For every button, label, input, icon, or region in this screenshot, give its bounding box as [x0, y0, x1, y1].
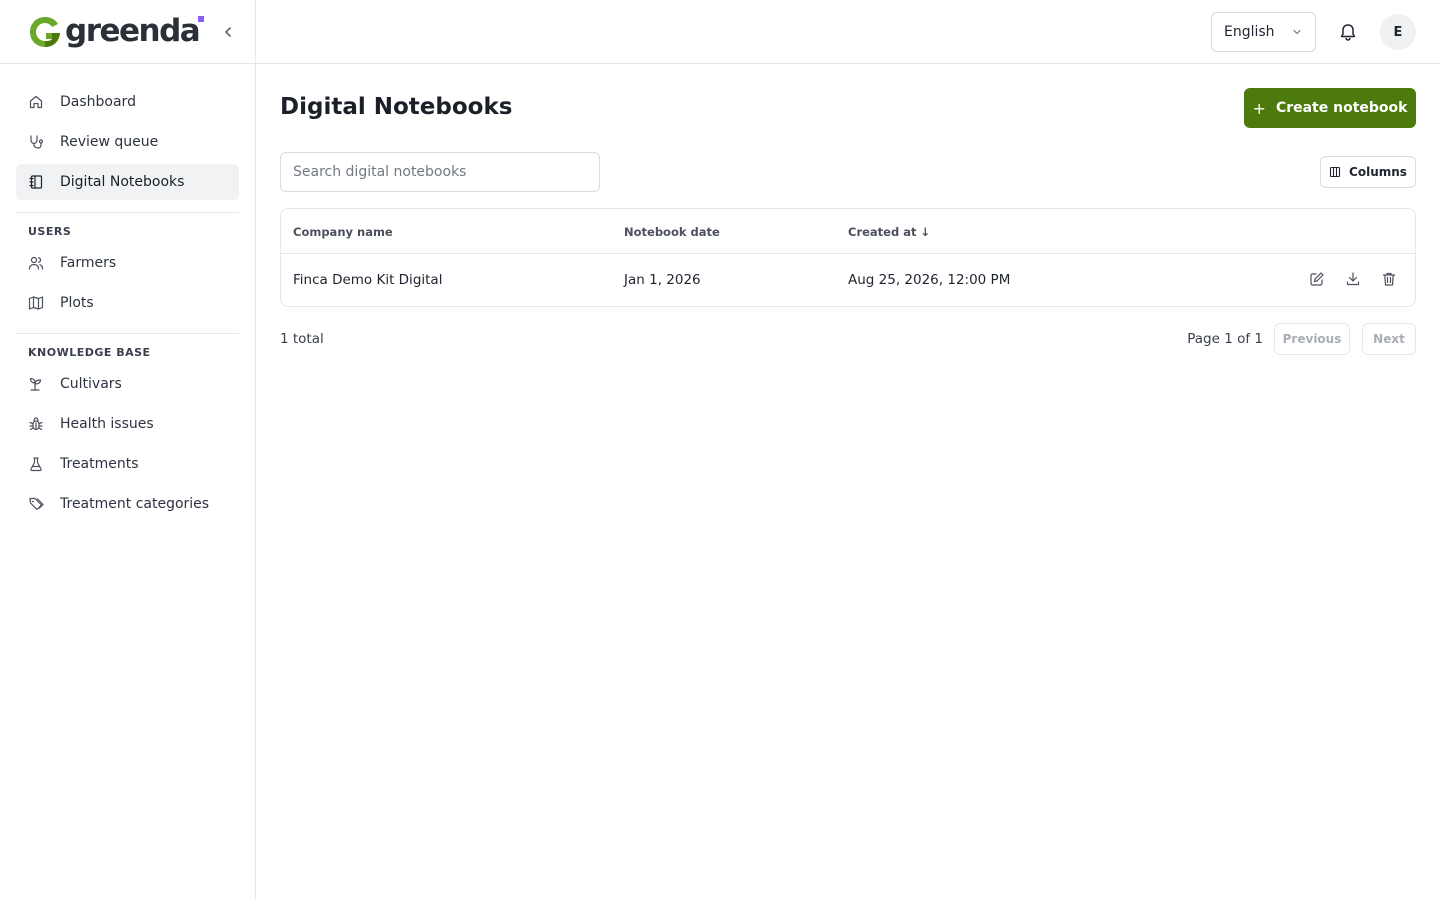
nav-divider: [16, 212, 239, 213]
sidebar-item-label: Digital Notebooks: [60, 174, 185, 190]
search-input[interactable]: [280, 152, 600, 192]
map-icon: [28, 295, 44, 311]
column-header-label: Created at: [848, 225, 917, 239]
top-header: English E: [256, 0, 1440, 64]
language-value: English: [1224, 24, 1275, 40]
download-button[interactable]: [1345, 271, 1361, 287]
cell-created-at: Aug 25, 2026, 12:00 PM: [848, 272, 1011, 288]
sidebar-item-label: Treatments: [60, 456, 139, 472]
logo-mark-icon: [30, 16, 60, 47]
download-icon: [1346, 272, 1360, 286]
sidebar-item-health-issues[interactable]: Health issues: [16, 406, 239, 442]
columns-button[interactable]: Columns: [1320, 156, 1416, 188]
sidebar-item-label: Plots: [60, 295, 94, 311]
sidebar-item-label: Cultivars: [60, 376, 122, 392]
notebook-icon: [28, 174, 44, 190]
home-icon: [28, 94, 44, 110]
edit-icon: [1310, 272, 1324, 286]
table-header: Company name Notebook date Created at ↓: [281, 209, 1415, 254]
sidebar: greenda Dashboard Review queue Digital N…: [0, 0, 256, 900]
sidebar-item-farmers[interactable]: Farmers: [16, 245, 239, 281]
bug-icon: [28, 416, 44, 432]
plus-icon: +: [1252, 98, 1266, 118]
create-notebook-label: Create notebook: [1275, 100, 1408, 116]
user-avatar[interactable]: E: [1380, 14, 1416, 50]
page-info: Page 1 of 1: [1187, 331, 1263, 347]
create-notebook-button[interactable]: + Create notebook: [1244, 88, 1416, 128]
cell-company: Finca Demo Kit Digital: [293, 272, 443, 288]
sidebar-item-label: Treatment categories: [60, 496, 210, 512]
tags-icon: [28, 496, 44, 512]
cell-notebook-date: Jan 1, 2026: [624, 272, 701, 288]
edit-button[interactable]: [1309, 271, 1325, 287]
sidebar-item-dashboard[interactable]: Dashboard: [16, 84, 239, 120]
logo-text: greenda: [65, 13, 201, 49]
column-header-label: Company name: [293, 225, 393, 239]
table-row[interactable]: Finca Demo Kit Digital Jan 1, 2026 Aug 2…: [281, 254, 1415, 307]
trash-icon: [1382, 272, 1396, 286]
notebooks-table: Company name Notebook date Created at ↓ …: [280, 208, 1416, 307]
page-title: Digital Notebooks: [280, 94, 513, 120]
bell-icon: [1340, 24, 1356, 41]
sidebar-item-label: Health issues: [60, 416, 154, 432]
column-header-company[interactable]: Company name: [293, 225, 393, 239]
next-page-button[interactable]: Next: [1362, 323, 1416, 355]
notifications-button[interactable]: [1338, 22, 1358, 42]
language-select[interactable]: English: [1211, 12, 1316, 52]
nav-divider: [16, 333, 239, 334]
sidebar-item-treatments[interactable]: Treatments: [16, 446, 239, 482]
column-header-created-at[interactable]: Created at ↓: [848, 225, 930, 239]
collapse-sidebar-button[interactable]: [218, 22, 238, 42]
total-count: 1 total: [280, 331, 324, 347]
sidebar-item-plots[interactable]: Plots: [16, 285, 239, 321]
row-actions: [1309, 271, 1397, 287]
columns-icon: [1329, 166, 1341, 178]
columns-label: Columns: [1349, 165, 1407, 179]
sprout-icon: [28, 376, 44, 392]
logo-bar: greenda: [0, 0, 255, 64]
sidebar-item-review-queue[interactable]: Review queue: [16, 124, 239, 160]
sidebar-item-label: Dashboard: [60, 94, 136, 110]
sort-desc-icon: ↓: [920, 225, 931, 239]
chevron-left-icon: [225, 27, 231, 37]
logo-accent-dot: [198, 16, 204, 22]
column-header-notebook-date[interactable]: Notebook date: [624, 225, 720, 239]
sidebar-item-treatment-categories[interactable]: Treatment categories: [16, 486, 239, 522]
nav-section-knowledge-base: KNOWLEDGE BASE: [28, 346, 151, 359]
greenda-logo[interactable]: greenda: [28, 13, 201, 49]
stethoscope-icon: [28, 134, 44, 150]
sidebar-item-label: Farmers: [60, 255, 117, 271]
nav-section-users: USERS: [28, 225, 72, 238]
previous-page-button[interactable]: Previous: [1274, 323, 1350, 355]
delete-button[interactable]: [1381, 271, 1397, 287]
flask-icon: [28, 456, 44, 472]
users-icon: [28, 255, 44, 271]
sidebar-item-cultivars[interactable]: Cultivars: [16, 366, 239, 402]
chevron-down-icon: [1293, 29, 1301, 35]
sidebar-item-label: Review queue: [60, 134, 159, 150]
column-header-label: Notebook date: [624, 225, 720, 239]
sidebar-nav: Dashboard Review queue Digital Notebooks…: [0, 64, 255, 522]
sidebar-item-digital-notebooks[interactable]: Digital Notebooks: [16, 164, 239, 200]
